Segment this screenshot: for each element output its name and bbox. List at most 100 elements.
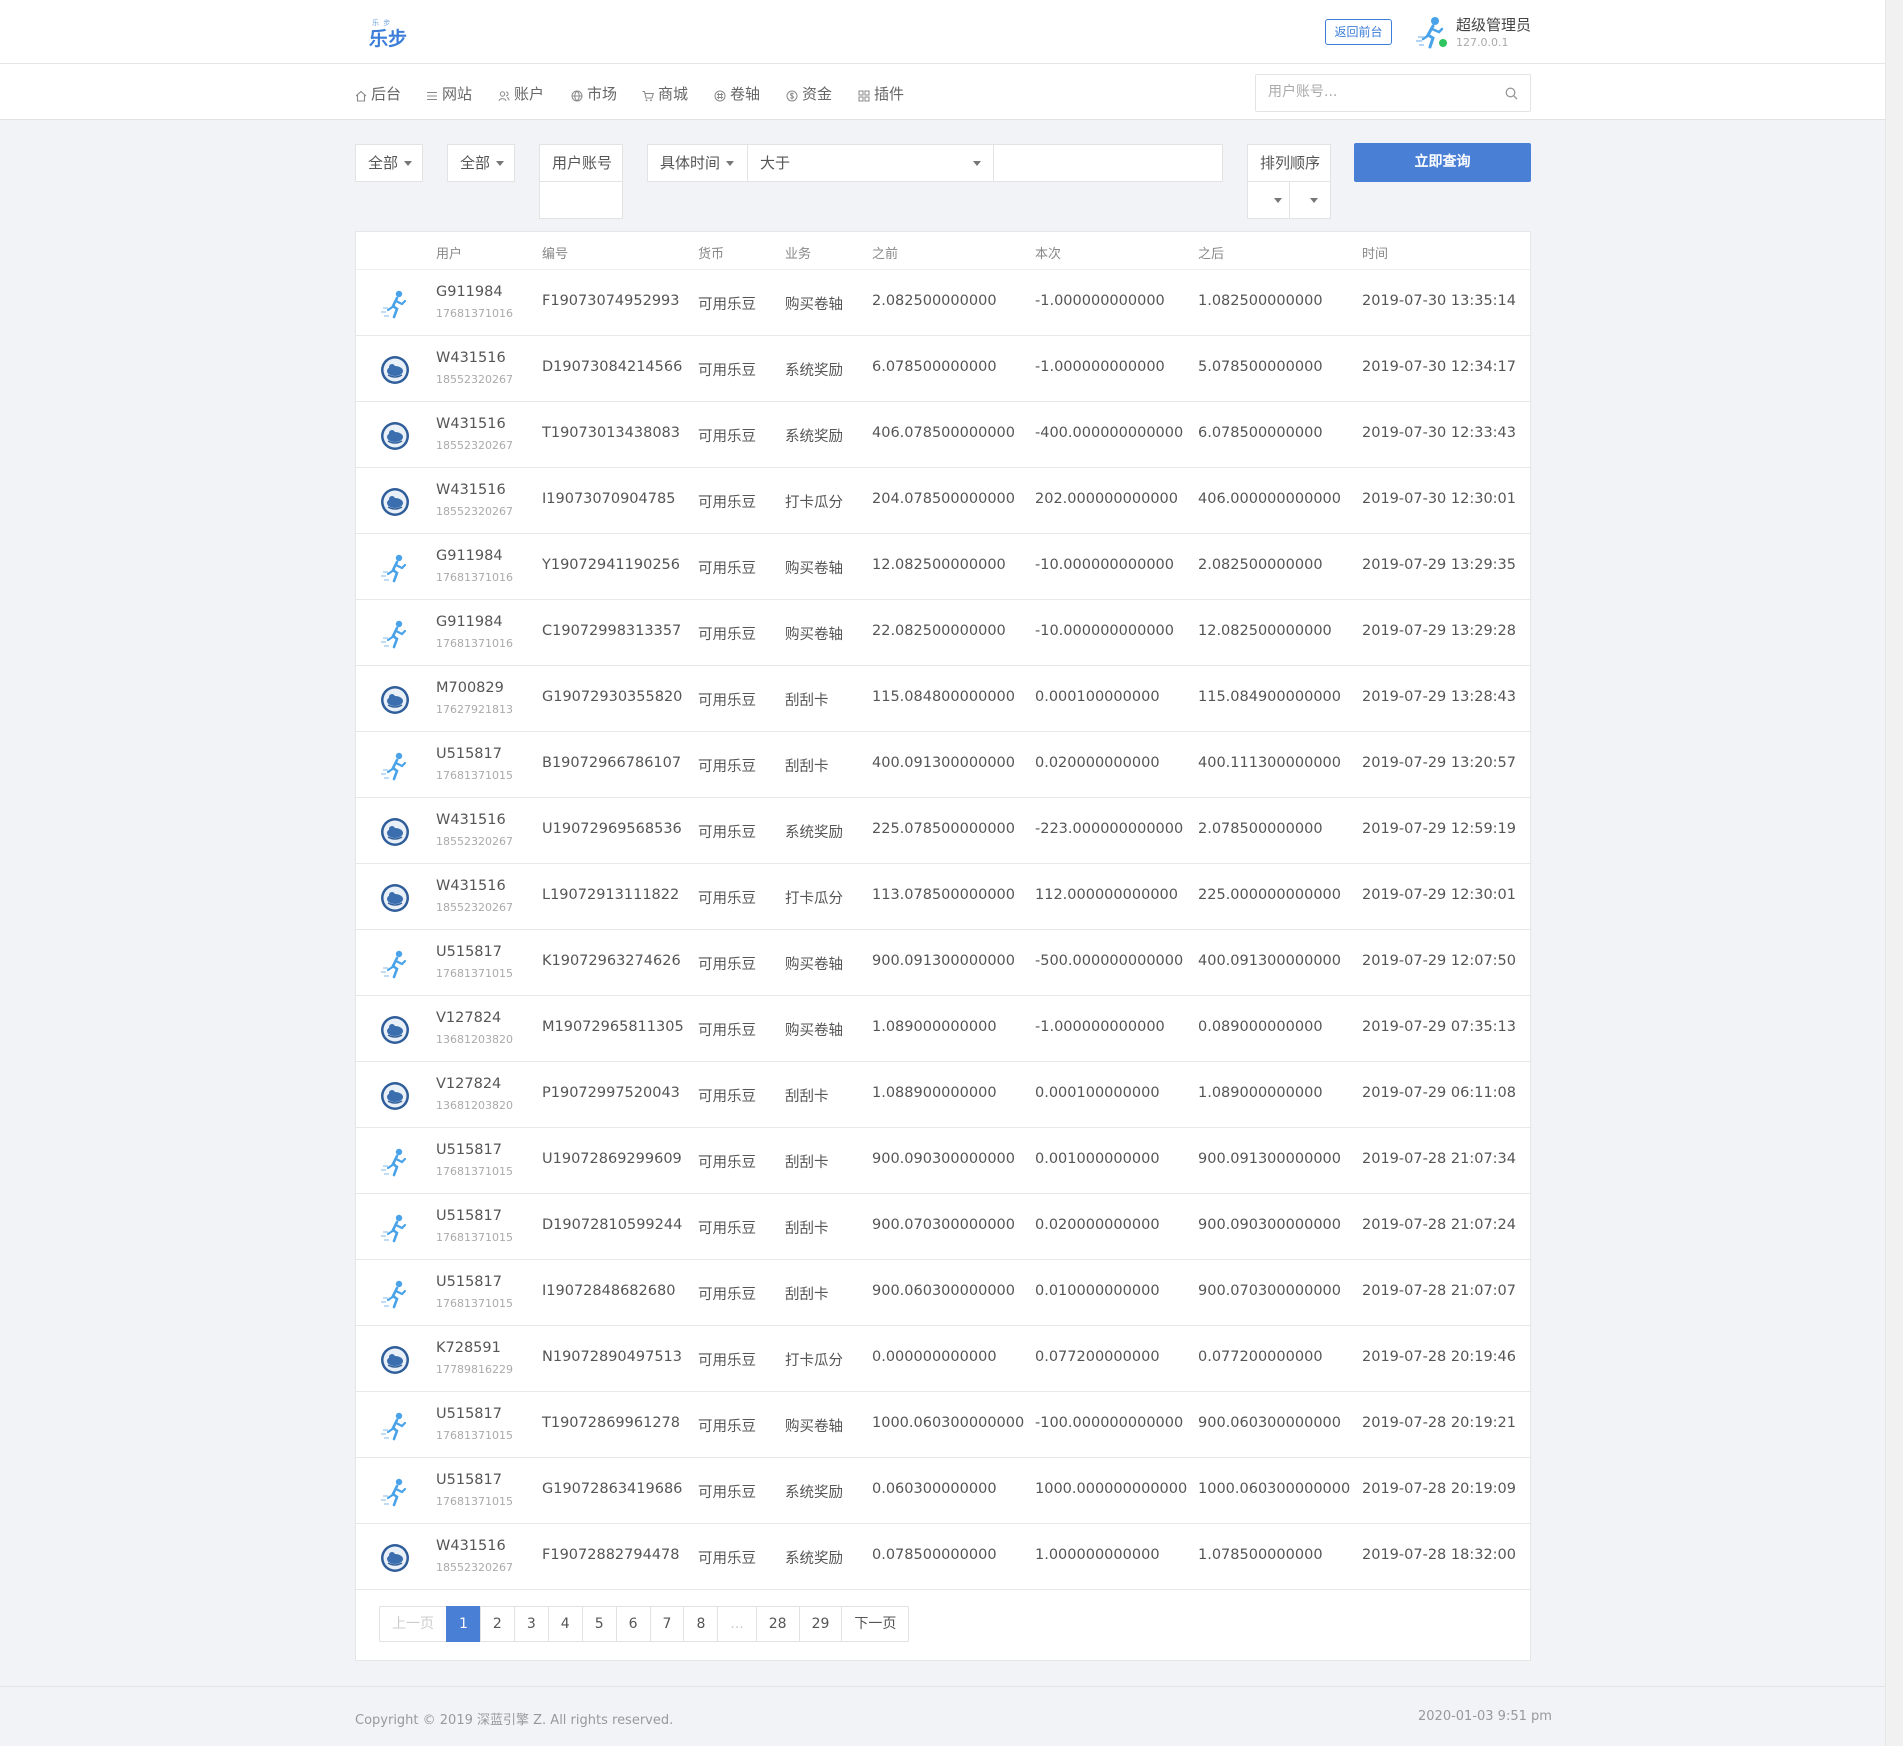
user-avatar-icon[interactable] [380, 1543, 410, 1573]
filter-select-1[interactable]: 全部 [355, 144, 423, 182]
table-row[interactable]: M700829 17627921813 G19072930355820 可用乐豆 刮刮卡… [356, 666, 1530, 732]
currency: 可用乐豆 [698, 1485, 756, 1501]
user-account[interactable]: M700829 [436, 680, 504, 696]
sort-field-select[interactable] [1247, 181, 1290, 219]
table-row[interactable]: W431516 18552320267 L19072913111822 可用乐豆 打卡瓜… [356, 864, 1530, 930]
search-icon[interactable] [1505, 87, 1518, 100]
table-row[interactable]: W431516 18552320267 U19072969568536 可用乐豆 系统奖… [356, 798, 1530, 864]
user-account[interactable]: W431516 [436, 878, 506, 894]
user-avatar-icon[interactable] [380, 1147, 410, 1177]
table-row[interactable]: V127824 13681203820 P19072997520043 可用乐豆 刮刮卡… [356, 1062, 1530, 1128]
user-avatar-icon[interactable] [380, 487, 410, 517]
user-account[interactable]: G911984 [436, 614, 503, 630]
nav-item-3[interactable]: 市场 [571, 83, 617, 104]
page-button[interactable]: 4 [547, 1606, 583, 1642]
nav-item-0[interactable]: 后台 [355, 83, 401, 104]
user-avatar-icon[interactable] [380, 1015, 410, 1045]
user-account[interactable]: U515817 [436, 1142, 502, 1158]
table-row[interactable]: W431516 18552320267 I19073070904785 可用乐豆 打卡瓜… [356, 468, 1530, 534]
user-account[interactable]: V127824 [436, 1010, 501, 1026]
record-time: 2019-07-29 13:29:35 [1362, 557, 1516, 573]
page-button[interactable]: 3 [513, 1606, 549, 1642]
filter-select-2[interactable]: 全部 [447, 144, 515, 182]
account-field-input[interactable] [539, 181, 623, 219]
user-avatar-icon[interactable] [380, 619, 410, 649]
time-type-select[interactable]: 具体时间 [647, 144, 748, 182]
user-avatar-icon[interactable] [380, 421, 410, 451]
user-avatar-icon[interactable] [380, 1477, 410, 1507]
page-button[interactable]: 6 [615, 1606, 651, 1642]
nav-item-4[interactable]: 商城 [642, 83, 688, 104]
time-value-input[interactable] [993, 144, 1223, 182]
nav-item-7[interactable]: 插件 [858, 83, 904, 104]
user-avatar-icon[interactable] [380, 883, 410, 913]
user-account[interactable]: U515817 [436, 1406, 502, 1422]
table-row[interactable]: U515817 17681371015 B19072966786107 可用乐豆 刮刮卡… [356, 732, 1530, 798]
user-account[interactable]: U515817 [436, 746, 502, 762]
page-button[interactable]: 1 [446, 1606, 481, 1642]
user-account[interactable]: W431516 [436, 1538, 506, 1554]
user-account[interactable]: U515817 [436, 944, 502, 960]
compare-select[interactable]: 大于 [747, 144, 994, 182]
page-ellipsis[interactable]: ... [717, 1606, 757, 1642]
user-avatar-icon[interactable] [380, 1345, 410, 1375]
user-account[interactable]: U515817 [436, 1472, 502, 1488]
admin-name[interactable]: 超级管理员 [1456, 14, 1531, 35]
page-button[interactable]: 28 [755, 1606, 800, 1642]
user-account[interactable]: V127824 [436, 1076, 501, 1092]
user-account[interactable]: W431516 [436, 812, 506, 828]
page-button[interactable]: 29 [798, 1606, 843, 1642]
table-row[interactable]: U515817 17681371015 K19072963274626 可用乐豆 购买卷… [356, 930, 1530, 996]
nav-item-5[interactable]: 卷轴 [714, 83, 760, 104]
user-account[interactable]: K728591 [436, 1340, 501, 1356]
user-avatar-icon[interactable] [380, 751, 410, 781]
page-scrollbar[interactable] [1885, 0, 1903, 1746]
nav-item-2[interactable]: 账户 [498, 83, 544, 104]
user-account[interactable]: W431516 [436, 482, 506, 498]
table-row[interactable]: U515817 17681371015 U19072869299609 可用乐豆 刮刮卡… [356, 1128, 1530, 1194]
user-avatar-icon[interactable] [380, 1081, 410, 1111]
nav-item-1[interactable]: 网站 [426, 83, 472, 104]
table-row[interactable]: U515817 17681371015 T19072869961278 可用乐豆 购买卷… [356, 1392, 1530, 1458]
balance-after: 900.091300000000 [1198, 1151, 1341, 1167]
back-to-frontend-button[interactable]: 返回前台 [1325, 19, 1392, 45]
page-button[interactable]: 7 [649, 1606, 685, 1642]
table-row[interactable]: G911984 17681371016 Y19072941190256 可用乐豆 购买卷… [356, 534, 1530, 600]
page-button[interactable]: 8 [683, 1606, 719, 1642]
table-row[interactable]: U515817 17681371015 D19072810599244 可用乐豆 刮刮卡… [356, 1194, 1530, 1260]
user-avatar-icon[interactable] [380, 949, 410, 979]
user-avatar-icon[interactable] [380, 817, 410, 847]
user-account[interactable]: G911984 [436, 284, 503, 300]
query-button[interactable]: 立即查询 [1354, 143, 1531, 182]
table-row[interactable]: W431516 18552320267 F19072882794478 可用乐豆 系统奖… [356, 1524, 1530, 1590]
table-row[interactable]: G911984 17681371016 F19073074952993 可用乐豆 购买卷… [356, 270, 1530, 336]
user-avatar-icon[interactable] [380, 1279, 410, 1309]
nav-item-6[interactable]: 资金 [786, 83, 832, 104]
table-row[interactable]: U515817 17681371015 I19072848682680 可用乐豆 刮刮卡… [356, 1260, 1530, 1326]
table-row[interactable]: W431516 18552320267 D19073084214566 可用乐豆 系统奖… [356, 336, 1530, 402]
user-avatar-icon[interactable] [380, 1213, 410, 1243]
user-search-input[interactable] [1268, 84, 1488, 100]
user-avatar-icon[interactable] [380, 685, 410, 715]
user-avatar-icon[interactable] [380, 289, 410, 319]
table-row[interactable]: U515817 17681371015 G19072863419686 可用乐豆 系统奖… [356, 1458, 1530, 1524]
user-avatar-icon[interactable] [380, 553, 410, 583]
app-logo[interactable]: 乐 步 乐步 [368, 18, 408, 50]
table-row[interactable]: K728591 17789816229 N19072890497513 可用乐豆 打卡瓜… [356, 1326, 1530, 1392]
user-avatar-icon[interactable] [380, 1411, 410, 1441]
user-account[interactable]: U515817 [436, 1208, 502, 1224]
user-avatar-icon[interactable] [380, 355, 410, 385]
page-button[interactable]: 5 [581, 1606, 617, 1642]
user-account[interactable]: G911984 [436, 548, 503, 564]
page-button[interactable]: 2 [479, 1606, 515, 1642]
table-row[interactable]: W431516 18552320267 T19073013438083 可用乐豆 系统奖… [356, 402, 1530, 468]
record-time: 2019-07-28 21:07:34 [1362, 1151, 1516, 1167]
table-row[interactable]: V127824 13681203820 M19072965811305 可用乐豆 购买卷… [356, 996, 1530, 1062]
prev-page-button[interactable]: 上一页 [379, 1606, 447, 1642]
user-account[interactable]: U515817 [436, 1274, 502, 1290]
table-row[interactable]: G911984 17681371016 C19072998313357 可用乐豆 购买卷… [356, 600, 1530, 666]
user-account[interactable]: W431516 [436, 416, 506, 432]
sort-direction-select[interactable] [1289, 181, 1331, 219]
next-page-button[interactable]: 下一页 [841, 1606, 910, 1642]
user-account[interactable]: W431516 [436, 350, 506, 366]
